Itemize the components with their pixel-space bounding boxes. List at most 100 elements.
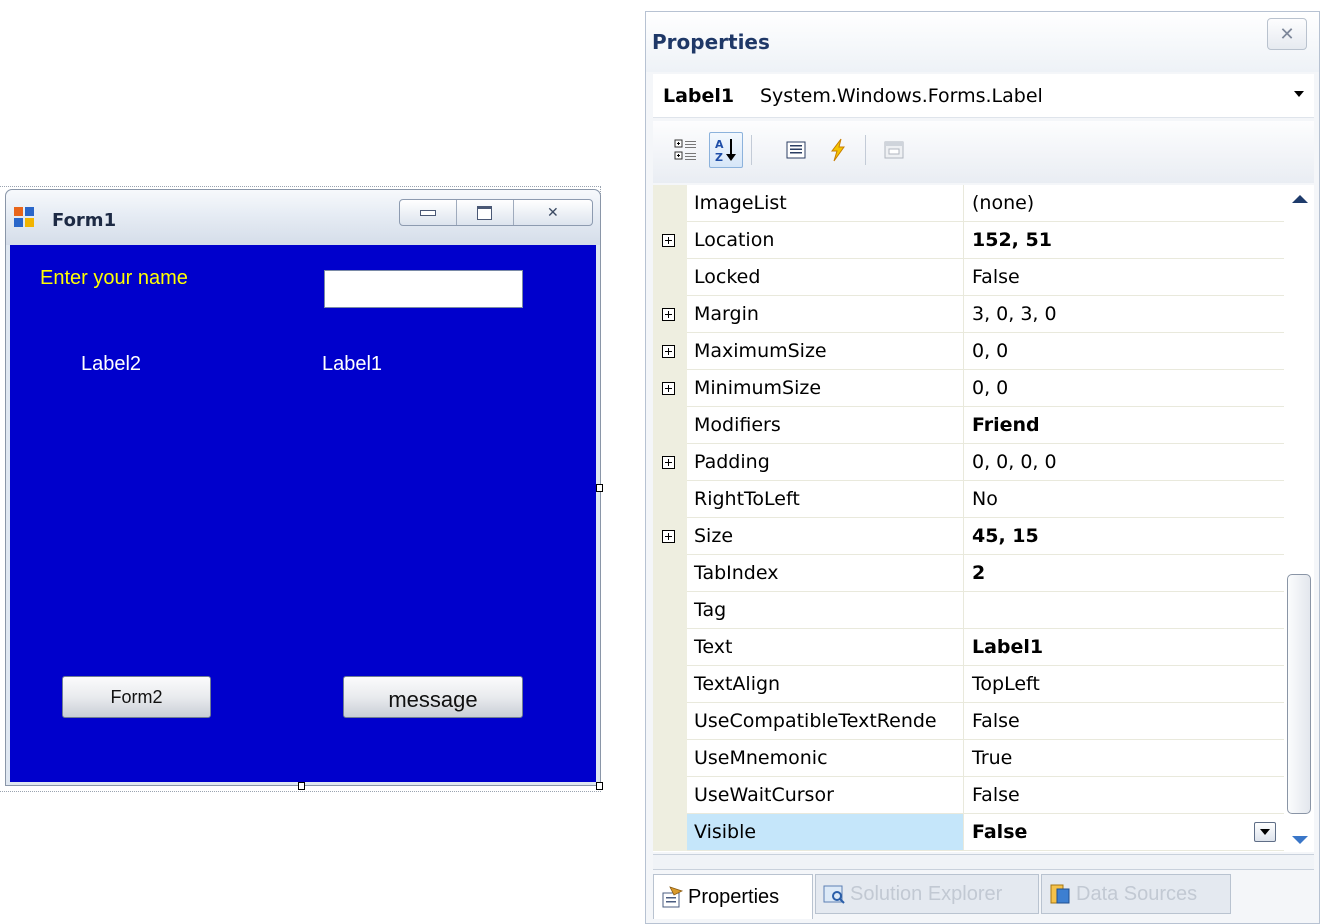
tab-solution-explorer[interactable]: Solution Explorer — [815, 874, 1039, 914]
chevron-down-icon[interactable] — [1294, 91, 1304, 97]
property-name: Size — [687, 518, 964, 555]
panel-tabs: Properties Solution Explorer Data Source… — [653, 874, 1314, 919]
resize-handle-bottom[interactable] — [298, 782, 305, 790]
form-icon — [14, 207, 34, 227]
property-value[interactable]: 3, 0, 3, 0 — [964, 296, 1284, 333]
expand-icon[interactable] — [662, 308, 675, 321]
scroll-down-icon[interactable] — [1292, 836, 1308, 844]
row-gutter — [653, 222, 687, 259]
property-value[interactable]: False — [964, 259, 1284, 296]
property-value[interactable]: (none) — [964, 185, 1284, 222]
property-name: Tag — [687, 592, 964, 629]
maximize-button[interactable] — [457, 200, 514, 225]
form-client-area: Enter your name Label2 Label1 Form2 mess… — [10, 245, 596, 782]
property-value[interactable]: True — [964, 740, 1284, 777]
form-titlebar[interactable]: Form1 ✕ — [6, 190, 600, 245]
row-gutter — [653, 555, 687, 592]
property-row-imagelist[interactable]: ImageList (none) — [653, 185, 1284, 222]
scroll-thumb[interactable] — [1287, 574, 1311, 814]
object-selector[interactable]: Label1 System.Windows.Forms.Label — [653, 74, 1314, 118]
data-sources-icon — [1050, 884, 1070, 904]
categorized-button[interactable] — [669, 132, 703, 168]
close-button[interactable]: ✕ — [514, 200, 592, 225]
property-row-padding[interactable]: Padding 0, 0, 0, 0 — [653, 444, 1284, 481]
tab-properties[interactable]: Properties — [653, 874, 813, 919]
property-value[interactable]: False — [964, 703, 1284, 740]
expand-icon[interactable] — [662, 456, 675, 469]
object-name: Label1 — [663, 85, 735, 107]
row-gutter — [653, 703, 687, 740]
property-row-size[interactable]: Size 45, 15 — [653, 518, 1284, 555]
property-row-minimumsize[interactable]: MinimumSize 0, 0 — [653, 370, 1284, 407]
dropdown-button[interactable] — [1254, 822, 1276, 842]
events-button[interactable] — [821, 132, 855, 168]
expand-icon[interactable] — [662, 382, 675, 395]
property-row-margin[interactable]: Margin 3, 0, 3, 0 — [653, 296, 1284, 333]
property-value[interactable]: TopLeft — [964, 666, 1284, 703]
row-gutter — [653, 629, 687, 666]
tab-data-sources[interactable]: Data Sources — [1041, 874, 1231, 914]
alphabetical-button[interactable]: A Z — [709, 132, 743, 168]
toolbar-separator — [751, 135, 752, 165]
property-name: Location — [687, 222, 964, 259]
property-row-usewaitcursor[interactable]: UseWaitCursor False — [653, 777, 1284, 814]
property-value[interactable]: 0, 0 — [964, 370, 1284, 407]
svg-text:A: A — [715, 138, 724, 151]
property-name: RightToLeft — [687, 481, 964, 518]
message-button[interactable]: message — [343, 676, 523, 718]
scroll-up-icon[interactable] — [1292, 195, 1308, 203]
property-row-usemnemonic[interactable]: UseMnemonic True — [653, 740, 1284, 777]
property-row-usecompatibletextrendering[interactable]: UseCompatibleTextRende False — [653, 703, 1284, 740]
resize-handle-corner[interactable] — [596, 782, 603, 790]
property-value[interactable]: 2 — [964, 555, 1284, 592]
property-row-modifiers[interactable]: Modifiers Friend — [653, 407, 1284, 444]
panel-close-button[interactable]: ✕ — [1267, 18, 1307, 50]
name-textbox[interactable] — [324, 270, 523, 308]
property-row-text[interactable]: Text Label1 — [653, 629, 1284, 666]
expand-icon[interactable] — [662, 234, 675, 247]
property-grid-scrollbar[interactable] — [1284, 185, 1314, 852]
property-value[interactable]: False — [964, 777, 1284, 814]
expand-icon[interactable] — [662, 530, 675, 543]
row-gutter — [653, 592, 687, 629]
form-window[interactable]: Form1 ✕ Enter your name Label2 Label1 Fo… — [5, 189, 601, 786]
minimize-button[interactable] — [400, 200, 457, 225]
expand-icon[interactable] — [662, 345, 675, 358]
resize-handle-right[interactable] — [596, 484, 603, 492]
close-icon: ✕ — [547, 204, 559, 221]
properties-button[interactable] — [779, 132, 813, 168]
property-value[interactable]: False — [964, 814, 1284, 851]
property-value[interactable]: No — [964, 481, 1284, 518]
property-row-righttoleft[interactable]: RightToLeft No — [653, 481, 1284, 518]
property-row-location[interactable]: Location 152, 51 — [653, 222, 1284, 259]
property-row-visible[interactable]: Visible False — [653, 814, 1284, 851]
property-row-tabindex[interactable]: TabIndex 2 — [653, 555, 1284, 592]
object-type: System.Windows.Forms.Label — [760, 85, 1043, 107]
property-value[interactable]: 0, 0 — [964, 333, 1284, 370]
alphabetical-icon: A Z — [715, 138, 736, 164]
property-value[interactable]: 0, 0, 0, 0 — [964, 444, 1284, 481]
toolbar-separator — [865, 135, 866, 165]
tab-label: Data Sources — [1076, 882, 1198, 905]
property-value[interactable]: Friend — [964, 407, 1284, 444]
label1[interactable]: Label1 — [322, 353, 382, 376]
property-row-maximumsize[interactable]: MaximumSize 0, 0 — [653, 333, 1284, 370]
caption-buttons: ✕ — [399, 199, 593, 226]
close-icon: ✕ — [1279, 23, 1295, 45]
row-gutter — [653, 444, 687, 481]
property-row-locked[interactable]: Locked False — [653, 259, 1284, 296]
property-pages-button[interactable] — [877, 132, 911, 168]
form2-button[interactable]: Form2 — [62, 676, 211, 718]
property-name: UseMnemonic — [687, 740, 964, 777]
property-value[interactable]: 152, 51 — [964, 222, 1284, 259]
row-gutter — [653, 666, 687, 703]
maximize-icon — [477, 205, 493, 220]
property-value[interactable] — [964, 592, 1284, 629]
property-value[interactable]: Label1 — [964, 629, 1284, 666]
property-row-textalign[interactable]: TextAlign TopLeft — [653, 666, 1284, 703]
property-value[interactable]: 45, 15 — [964, 518, 1284, 555]
property-row-tag[interactable]: Tag — [653, 592, 1284, 629]
properties-title: Properties — [652, 30, 770, 54]
enter-name-label: Enter your name — [40, 267, 188, 289]
property-name: ImageList — [687, 185, 964, 222]
